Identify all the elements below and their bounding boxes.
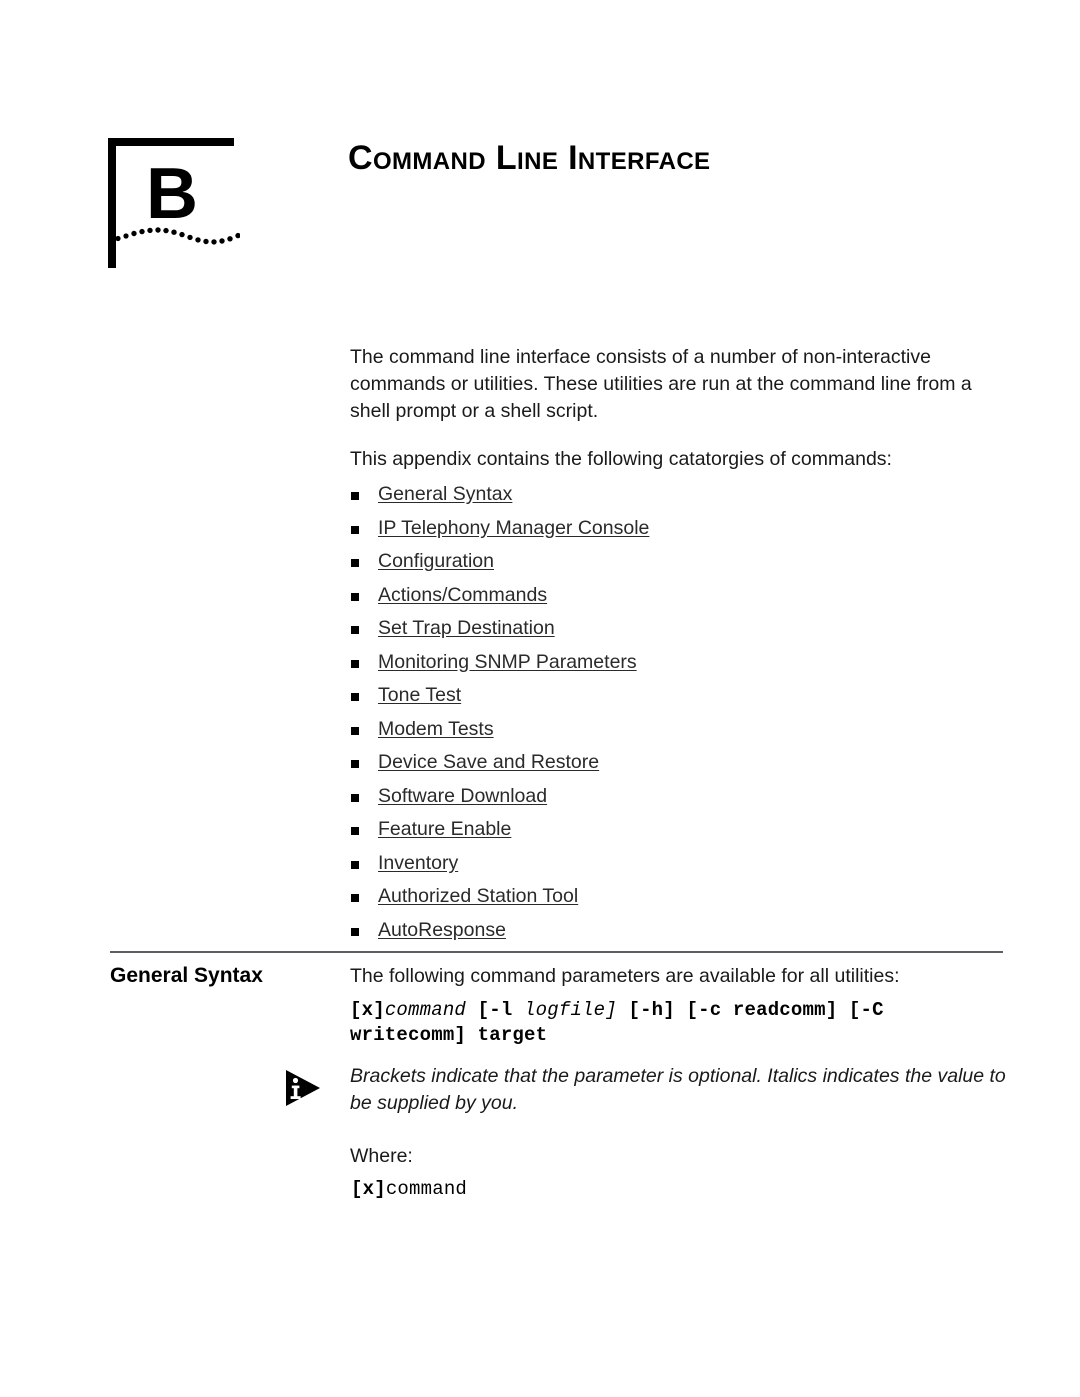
list-item[interactable]: Device Save and Restore xyxy=(350,746,1005,780)
syntax-part-logfile: logfile] xyxy=(524,999,617,1021)
link-inventory[interactable]: Inventory xyxy=(378,852,458,874)
square-bullet-icon xyxy=(351,894,359,902)
command-syntax-line: [x]command [-l logfile] [-h] [-c readcom… xyxy=(350,998,950,1048)
section-heading-general-syntax: General Syntax xyxy=(110,964,263,987)
list-item[interactable]: Feature Enable xyxy=(350,813,1005,847)
intro-paragraph: The command line interface consists of a… xyxy=(350,346,972,422)
list-item[interactable]: IP Telephony Manager Console xyxy=(350,512,1005,546)
square-bullet-icon xyxy=(351,927,359,936)
link-general-syntax[interactable]: General Syntax xyxy=(378,483,512,505)
square-bullet-icon xyxy=(351,559,359,567)
section-divider xyxy=(110,951,1003,953)
link-tone-test[interactable]: Tone Test xyxy=(378,684,461,706)
list-item[interactable]: Configuration xyxy=(350,545,1005,579)
link-configuration[interactable]: Configuration xyxy=(378,550,494,572)
where-term-command: command xyxy=(385,1178,468,1200)
list-item[interactable]: Tone Test xyxy=(350,679,1005,713)
list-item[interactable]: Monitoring SNMP Parameters xyxy=(350,646,1005,680)
link-feature-enable[interactable]: Feature Enable xyxy=(378,818,511,840)
where-label: Where: xyxy=(350,1145,413,1167)
list-item[interactable]: Set Trap Destination xyxy=(350,612,1005,646)
link-set-trap-destination[interactable]: Set Trap Destination xyxy=(378,617,555,639)
link-monitoring-snmp-parameters[interactable]: Monitoring SNMP Parameters xyxy=(378,651,637,673)
syntax-part-command: command xyxy=(384,999,467,1021)
link-device-save-and-restore[interactable]: Device Save and Restore xyxy=(378,751,599,773)
square-bullet-icon xyxy=(351,793,359,802)
square-bullet-icon xyxy=(351,827,359,835)
list-item[interactable]: Authorized Station Tool xyxy=(350,880,1005,914)
chapter-marker: B xyxy=(108,138,240,268)
syntax-part-l-flag: [-l xyxy=(466,999,525,1021)
square-bullet-icon xyxy=(351,626,359,634)
cross-reference-list: General Syntax IP Telephony Manager Cons… xyxy=(350,478,1005,947)
square-bullet-icon xyxy=(351,860,359,869)
link-ip-telephony-manager-console[interactable]: IP Telephony Manager Console xyxy=(378,517,649,539)
note-text: Brackets indicate that the parameter is … xyxy=(350,1065,1006,1114)
link-autoresponse[interactable]: AutoResponse xyxy=(378,919,506,941)
square-bullet-icon xyxy=(351,760,359,768)
page-title: Command Line Interface xyxy=(348,139,711,177)
appendix-lead-paragraph: This appendix contains the following cat… xyxy=(350,448,892,470)
link-software-download[interactable]: Software Download xyxy=(378,785,547,807)
link-modem-tests[interactable]: Modem Tests xyxy=(378,718,494,740)
link-authorized-station-tool[interactable]: Authorized Station Tool xyxy=(378,885,578,907)
square-bullet-icon xyxy=(351,592,359,601)
square-bullet-icon xyxy=(351,726,359,735)
link-actions-commands[interactable]: Actions/Commands xyxy=(378,584,547,606)
list-item[interactable]: Modem Tests xyxy=(350,713,1005,747)
square-bullet-icon xyxy=(351,525,359,534)
square-bullet-icon xyxy=(351,492,359,500)
info-triangle-icon xyxy=(286,1070,320,1106)
chapter-letter: B xyxy=(146,154,198,234)
where-term: [x]command xyxy=(351,1177,467,1202)
general-syntax-intro: The following command parameters are ava… xyxy=(350,965,900,987)
syntax-part-bracket-x: [x] xyxy=(350,999,385,1021)
list-item[interactable]: Software Download xyxy=(350,780,1005,814)
square-bullet-icon xyxy=(351,693,359,701)
list-item[interactable]: General Syntax xyxy=(350,478,1005,512)
list-item[interactable]: Inventory xyxy=(350,847,1005,881)
square-bullet-icon xyxy=(351,659,359,668)
list-item[interactable]: AutoResponse xyxy=(350,914,1005,948)
where-term-bracket-x: [x] xyxy=(351,1178,386,1200)
list-item[interactable]: Actions/Commands xyxy=(350,579,1005,613)
